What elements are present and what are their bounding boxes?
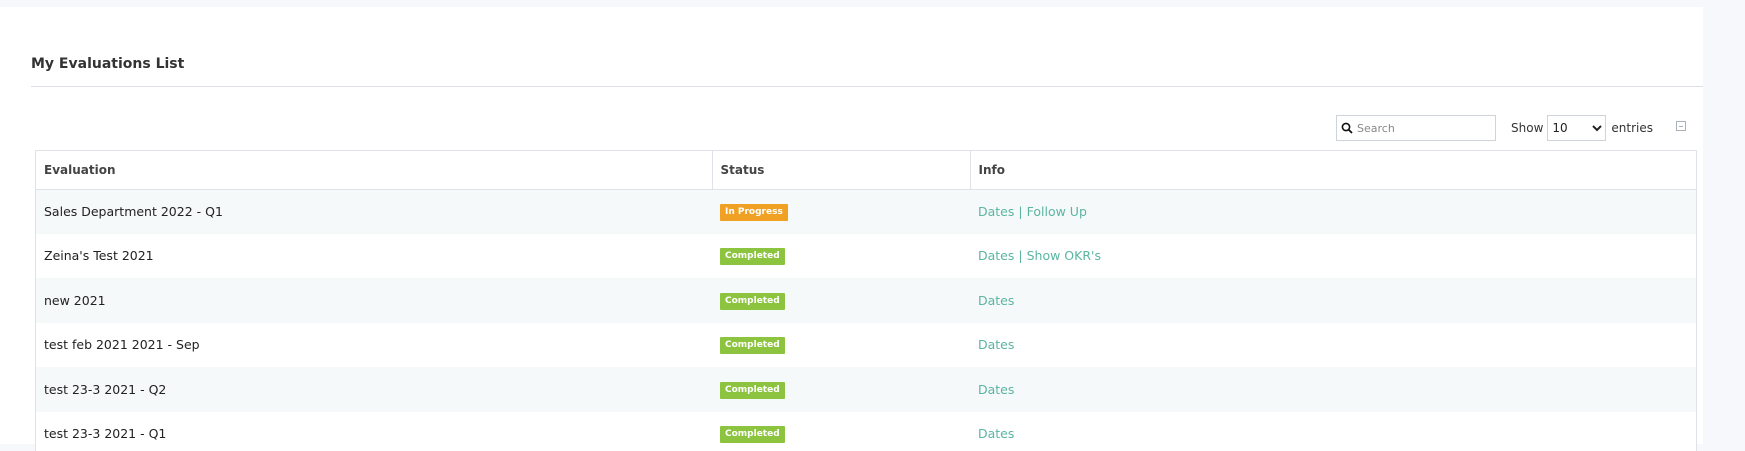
status-badge: In Progress xyxy=(720,204,788,221)
status-badge: Completed xyxy=(720,293,785,310)
column-header-info[interactable]: Info xyxy=(970,151,1696,189)
column-header-evaluation[interactable]: Evaluation xyxy=(36,151,712,189)
title-divider xyxy=(31,86,1703,87)
status-badge: Completed xyxy=(720,382,785,399)
info-cell: Dates xyxy=(970,278,1696,323)
status-cell: In Progress xyxy=(712,189,970,234)
status-cell: Completed xyxy=(712,412,970,451)
info-link-follow-up[interactable]: Follow Up xyxy=(1027,204,1087,219)
table-row: Sales Department 2022 - Q1 In Progress Dat… xyxy=(36,189,1696,234)
status-cell: Completed xyxy=(712,323,970,368)
evaluation-name-cell: test 23-3 2021 - Q2 xyxy=(36,367,712,412)
info-cell: Dates xyxy=(970,367,1696,412)
link-separator: | xyxy=(1018,204,1022,219)
evaluation-name-cell: Sales Department 2022 - Q1 xyxy=(36,189,712,234)
status-badge: Completed xyxy=(720,248,785,265)
show-label: Show xyxy=(1511,121,1543,135)
search-input[interactable] xyxy=(1357,122,1495,135)
info-link-dates[interactable]: Dates xyxy=(978,248,1014,263)
status-cell: Completed xyxy=(712,367,970,412)
info-link-dates[interactable]: Dates xyxy=(978,204,1014,219)
evaluations-table: Evaluation Status Info Sales Department … xyxy=(36,151,1696,451)
evaluations-card: My Evaluations List Show 102550100 entri… xyxy=(0,7,1703,444)
table-row: new 2021 Completed Dates xyxy=(36,278,1696,323)
table-row: test 23-3 2021 - Q2 Completed Dates xyxy=(36,367,1696,412)
search-box[interactable] xyxy=(1336,115,1496,141)
info-link-show-okr-s[interactable]: Show OKR's xyxy=(1027,248,1101,263)
column-header-status[interactable]: Status xyxy=(712,151,970,189)
info-cell: Dates | Show OKR's xyxy=(970,234,1696,279)
info-cell: Dates | Follow Up xyxy=(970,189,1696,234)
info-link-dates[interactable]: Dates xyxy=(978,382,1014,397)
evaluation-name-cell: test 23-3 2021 - Q1 xyxy=(36,412,712,451)
table-header-row: Evaluation Status Info xyxy=(36,151,1696,189)
status-cell: Completed xyxy=(712,234,970,279)
info-link-dates[interactable]: Dates xyxy=(978,293,1014,308)
link-separator: | xyxy=(1018,248,1022,263)
evaluation-name-cell: Zeina's Test 2021 xyxy=(36,234,712,279)
status-cell: Completed xyxy=(712,278,970,323)
search-icon xyxy=(1341,122,1353,134)
table-row: test feb 2021 2021 - Sep Completed Dates xyxy=(36,323,1696,368)
evaluation-name-cell: new 2021 xyxy=(36,278,712,323)
entries-label: entries xyxy=(1611,121,1653,135)
table-row: Zeina's Test 2021 Completed Dates | Show OKR… xyxy=(36,234,1696,279)
evaluations-table-wrapper: Evaluation Status Info Sales Department … xyxy=(35,150,1697,451)
info-link-dates[interactable]: Dates xyxy=(978,426,1014,441)
status-badge: Completed xyxy=(720,426,785,443)
page-title: My Evaluations List xyxy=(31,56,184,72)
info-cell: Dates xyxy=(970,323,1696,368)
evaluation-name-cell: test feb 2021 2021 - Sep xyxy=(36,323,712,368)
export-icon[interactable] xyxy=(1676,121,1686,131)
page-size-select[interactable]: 102550100 xyxy=(1547,115,1606,141)
page-length-control: Show 102550100 entries xyxy=(1511,115,1653,141)
info-cell: Dates xyxy=(970,412,1696,451)
info-link-dates[interactable]: Dates xyxy=(978,337,1014,352)
table-row: test 23-3 2021 - Q1 Completed Dates xyxy=(36,412,1696,451)
status-badge: Completed xyxy=(720,337,785,354)
